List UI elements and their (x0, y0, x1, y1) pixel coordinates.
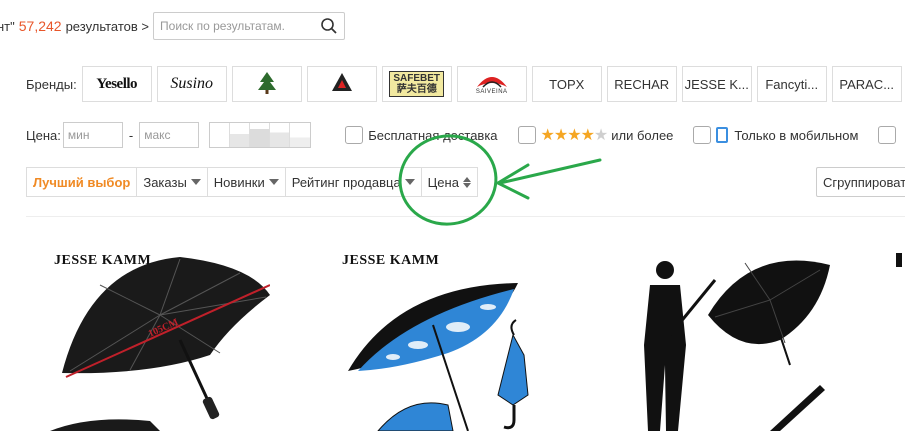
product-card[interactable]: JESSE KAMM (318, 245, 558, 431)
phone-icon (716, 127, 729, 143)
brand-fancy-label: Fancyti... (765, 76, 819, 92)
brands-row: Бренды: Yesello Susino SAFEBET 萨夫百德 SAIV… (26, 66, 905, 102)
product-card[interactable] (890, 245, 905, 431)
umbrella-product-image[interactable] (620, 245, 860, 431)
umbrella-logo-icon (476, 77, 507, 88)
free-shipping-label: Бесплатная доставка (368, 127, 498, 143)
price-histogram[interactable] (209, 122, 312, 148)
caret-down-icon (190, 179, 201, 185)
results-summary: нт" 57,242 результатов > (0, 12, 346, 40)
brand-safebet-sub: 萨夫百德 (396, 84, 437, 95)
brand-parac-label: PARAC... (839, 76, 895, 92)
results-query-tail: нт" (0, 18, 15, 34)
free-shipping-checkbox[interactable] (345, 126, 364, 144)
search-input[interactable] (160, 19, 321, 33)
sort-orders[interactable]: Заказы (137, 168, 208, 196)
search-within-results[interactable] (153, 12, 346, 40)
rating-checkbox[interactable] (517, 126, 536, 144)
brand-saiveina[interactable]: SAIVEINA (456, 66, 527, 102)
extra-filter[interactable] (878, 126, 901, 144)
sort-newest-label: Новинки (213, 174, 265, 190)
brand-jesse-kamm[interactable]: JESSE K... (681, 66, 752, 102)
brand-safebet-logo: SAFEBET 萨夫百德 (389, 71, 445, 97)
product-card[interactable]: JESSE KAMM 105CM (30, 245, 270, 431)
annotation-arrow (498, 158, 602, 185)
brand-saiveina-name: SAIVEINA (475, 89, 508, 95)
brand-tree[interactable] (231, 66, 302, 102)
sort-best-match-label: Лучший выбор (33, 174, 131, 190)
sort-updown-icon (462, 176, 471, 188)
brand-topx[interactable]: TOPX (531, 66, 602, 102)
caret-down-icon (268, 179, 279, 185)
rating-filter[interactable]: ★★★★★ или более (517, 125, 674, 145)
price-min-input[interactable]: мин (62, 122, 123, 148)
brand-susino[interactable]: Susino (156, 66, 227, 102)
mobile-only-label: Только в мобильном (734, 127, 859, 143)
sort-price-label: Цена (427, 174, 459, 190)
filters-row: Цена: мин - макс Бесплатная доставка ★★★… (26, 122, 901, 148)
brand-safebet[interactable]: SAFEBET 萨夫百德 (381, 66, 452, 102)
sort-seller-rating[interactable]: Рейтинг продавца (286, 168, 422, 196)
brand-yesello[interactable]: Yesello (81, 66, 152, 102)
brand-rechar[interactable]: RECHAR (606, 66, 677, 102)
brands-label: Бренды: (26, 76, 77, 92)
price-max-input[interactable]: макс (139, 122, 200, 148)
histogram-bar[interactable] (270, 123, 291, 147)
sort-newest[interactable]: Новинки (208, 168, 286, 196)
brand-jesse-label: JESSE K... (684, 76, 749, 92)
free-shipping-filter[interactable]: Бесплатная доставка (345, 126, 498, 144)
divider (26, 216, 905, 217)
product-brand-title: JESSE KAMM (54, 253, 152, 268)
brand-yesello-logo: Yesello (96, 75, 138, 92)
caret-down-icon (404, 179, 415, 185)
mobile-only-filter[interactable]: Только в мобильном (693, 126, 858, 144)
product-brand-title: JESSE KAMM (342, 253, 440, 268)
annotation-arrowhead (496, 163, 530, 200)
brand-topx-label: TOPX (549, 76, 585, 92)
group-by-button[interactable]: Сгруппироват (816, 167, 905, 197)
brand-parachase[interactable]: PARAC... (831, 66, 902, 102)
umbrella-product-image[interactable]: 105CM (30, 245, 270, 431)
mobile-only-checkbox[interactable] (693, 126, 712, 144)
results-count: 57,242 (18, 18, 62, 34)
brand-triangle[interactable] (306, 66, 377, 102)
histogram-bar[interactable] (250, 123, 271, 147)
histogram-bar[interactable] (290, 123, 311, 147)
brand-rechar-label: RECHAR (614, 76, 670, 92)
search-icon[interactable] (320, 17, 338, 35)
brand-fancytime[interactable]: Fancyti... (756, 66, 827, 102)
histogram-bar[interactable] (230, 123, 251, 147)
umbrella-product-image[interactable] (318, 245, 558, 431)
extra-filter-checkbox[interactable] (878, 126, 897, 144)
product-partial-image (896, 253, 902, 267)
sort-seller-rating-label: Рейтинг продавца (291, 174, 401, 190)
sort-best-match[interactable]: Лучший выбор (27, 168, 138, 196)
product-card[interactable] (620, 245, 860, 431)
sort-price[interactable]: Цена (422, 168, 477, 196)
rating-suffix-label: или более (611, 127, 674, 143)
rating-stars-icon: ★★★★★ (540, 127, 609, 144)
brand-safebet-name: SAFEBET (393, 73, 441, 84)
sort-orders-label: Заказы (143, 174, 187, 190)
sort-bar: Лучший выбор Заказы Новинки Рейтинг прод… (26, 167, 478, 197)
tree-logo-icon (257, 72, 276, 94)
triangle-logo-icon (331, 73, 352, 91)
histogram-bar[interactable] (210, 123, 231, 147)
price-separator: - (128, 127, 134, 143)
results-label[interactable]: результатов > (66, 19, 149, 34)
price-label: Цена: (26, 127, 61, 143)
brand-susino-logo: Susino (170, 75, 214, 92)
